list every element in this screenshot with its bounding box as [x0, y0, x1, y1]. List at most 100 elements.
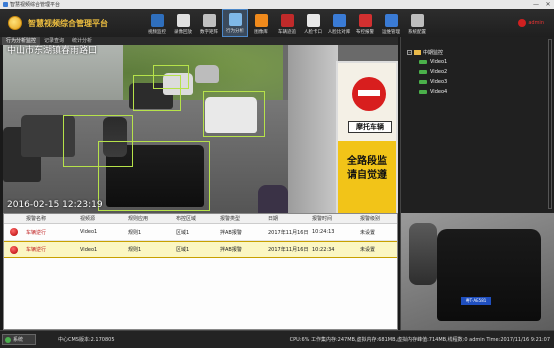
- column-header[interactable]: 报警时间: [310, 215, 358, 222]
- toolbar-item-1[interactable]: 录像回放: [170, 9, 196, 37]
- toolbar-label: 数字矩阵: [200, 30, 218, 35]
- collapse-icon[interactable]: −: [407, 49, 412, 55]
- window-titlebar: 智慧视频综合管理平台 — ✕: [0, 0, 554, 9]
- tab-statistics[interactable]: 统计分析: [68, 37, 96, 45]
- column-header[interactable]: 日期: [266, 215, 310, 222]
- toolbar-item-6[interactable]: 人脸卡口: [300, 9, 326, 37]
- toolbar-item-5[interactable]: 车辆迹追: [274, 9, 300, 37]
- toolbar-item-10[interactable]: 系统配置: [404, 9, 430, 37]
- video-location-overlay: 中山市东湖镇春雨路口: [7, 46, 98, 56]
- snapshot-view[interactable]: 粤T·AE581: [400, 213, 554, 330]
- table-cell: Video1: [80, 229, 98, 235]
- camera-icon: [150, 14, 164, 27]
- table-cell: 10:24:13: [312, 229, 335, 235]
- start-label: 系统: [13, 337, 24, 343]
- column-header[interactable]: 布控区域: [174, 215, 218, 222]
- close-button[interactable]: ✕: [542, 1, 554, 8]
- toolbar-label: 系统配置: [408, 30, 426, 35]
- playback-icon: [176, 14, 190, 27]
- toolbar-item-0[interactable]: 视频监控: [144, 9, 170, 37]
- image-library-icon: [254, 14, 268, 27]
- toolbar-item-8[interactable]: 布控报警: [352, 9, 378, 37]
- sub-tab-bar: 行为分析监控 记录查询 统计分析: [0, 37, 398, 45]
- table-cell: 车辆逆行: [26, 229, 47, 236]
- alarm-table-body: 车辆逆行 Video1 规则1 区域1 拌AB报警 2017年11月16日 10:24:13…: [4, 224, 397, 258]
- start-icon: [5, 336, 11, 343]
- camera-node[interactable]: Video4: [407, 87, 554, 97]
- no-entry-sign: [352, 77, 386, 111]
- column-header[interactable]: 报警名称: [24, 215, 78, 222]
- toolbar-item-9[interactable]: 运维管理: [378, 9, 404, 37]
- toolbar-label: 人脸卡口: [304, 30, 322, 35]
- sign-plate: 摩托车辆: [348, 121, 392, 133]
- toolbar-item-3[interactable]: 行为分析: [222, 9, 248, 37]
- main-video-view[interactable]: 摩托车辆 全路段监 请自觉遵 中山市东湖镇春雨路口 2016-02-15 12:…: [3, 45, 398, 213]
- start-button[interactable]: 系统: [2, 334, 36, 345]
- column-header[interactable]: 规则应用: [126, 215, 174, 222]
- road-sign: 摩托车辆 全路段监 请自觉遵: [336, 61, 398, 213]
- table-cell: 拌AB报警: [220, 247, 242, 253]
- alarm-icon: [358, 14, 372, 27]
- toolbar-label: 人脸比对库: [327, 30, 351, 35]
- user-icon: [518, 19, 527, 27]
- table-cell: 2017年11月16日: [268, 229, 309, 236]
- maintenance-icon: [384, 14, 398, 27]
- camera-icon: [419, 80, 427, 84]
- system-info: CPU:6% 工作集内存:247MB,虚拟内存:681MB,虚拟内存峰值:714…: [289, 337, 550, 343]
- toolbar-item-2[interactable]: 数字矩阵: [196, 9, 222, 37]
- table-cell: 规则1: [128, 229, 142, 236]
- face-compare-icon: [332, 14, 346, 27]
- detection-box: [153, 65, 189, 89]
- camera-node[interactable]: Video3: [407, 77, 554, 87]
- table-row[interactable]: 车辆逆行 Video1 规则1 区域1 拌AB报警 2017年11月16日 10:24:13…: [4, 224, 397, 241]
- app-logo-icon: [8, 16, 22, 30]
- toolbar-label: 视频监控: [148, 30, 166, 35]
- sign-line-1: 全路段监: [347, 156, 387, 167]
- detection-box: [98, 141, 210, 211]
- tree-root[interactable]: − 中期监控: [407, 47, 554, 57]
- alarm-table-header: 报警名称 视频源 规则应用 布控区域 报警类型 日期 报警时间 报警级别: [4, 214, 397, 224]
- toolbar-item-7[interactable]: 人脸比对库: [326, 9, 352, 37]
- tab-behavior-monitor[interactable]: 行为分析监控: [2, 37, 41, 45]
- toolbar-label: 行为分析: [226, 29, 244, 34]
- snapshot-plate: 粤T·AE581: [461, 297, 491, 305]
- camera-icon: [419, 90, 427, 94]
- snapshot-car: [437, 229, 541, 321]
- alarm-icon: [10, 228, 18, 236]
- detection-box: [203, 91, 265, 137]
- camera-label: Video3: [430, 79, 448, 85]
- table-cell: 未设置: [360, 247, 376, 253]
- sign-warning: 全路段监 请自觉遵: [338, 141, 396, 213]
- user-area[interactable]: admin: [518, 19, 544, 27]
- column-header[interactable]: 视频源: [78, 215, 126, 222]
- toolbar-label: 运维管理: [382, 30, 400, 35]
- minimize-button[interactable]: —: [530, 1, 542, 8]
- camera-label: Video4: [430, 89, 448, 95]
- tab-record-query[interactable]: 记录查询: [40, 37, 68, 45]
- column-header[interactable]: 报警类型: [218, 215, 266, 222]
- table-cell: Video1: [80, 246, 98, 253]
- table-cell: 区域1: [176, 229, 190, 236]
- table-cell: 车辆逆行: [26, 247, 47, 253]
- version-text: 中心CMS版本:2.170805: [58, 337, 115, 343]
- panel-scrollbar[interactable]: [548, 39, 552, 209]
- app-header: 智慧视频综合管理平台 视频监控 录像回放 数字矩阵 行为分析 图像库 车辆迹追 人脸卡口 人脸…: [0, 9, 554, 37]
- vehicle-track-icon: [280, 14, 294, 27]
- folder-icon: [414, 49, 421, 55]
- behavior-analysis-icon: [228, 13, 242, 26]
- alarm-cell: [4, 245, 24, 254]
- table-row[interactable]: 车辆逆行 Video1 规则1 区域1 拌AB报警 2017年11月16日 10:22:34…: [4, 241, 397, 258]
- camera-node[interactable]: Video2: [407, 67, 554, 77]
- video-wall: [288, 45, 338, 213]
- alarm-cell: [4, 228, 24, 236]
- toolbar-label: 图像库: [254, 30, 268, 35]
- toolbar-label: 录像回放: [174, 30, 192, 35]
- camera-label: Video1: [430, 59, 448, 65]
- toolbar-label: 布控报警: [356, 30, 374, 35]
- pedestrian: [258, 185, 288, 213]
- toolbar-item-4[interactable]: 图像库: [248, 9, 274, 37]
- column-header[interactable]: 报警级别: [358, 215, 399, 222]
- camera-node[interactable]: Video1: [407, 57, 554, 67]
- table-cell: 10:22:34: [312, 246, 335, 253]
- snapshot-rider: [409, 223, 437, 285]
